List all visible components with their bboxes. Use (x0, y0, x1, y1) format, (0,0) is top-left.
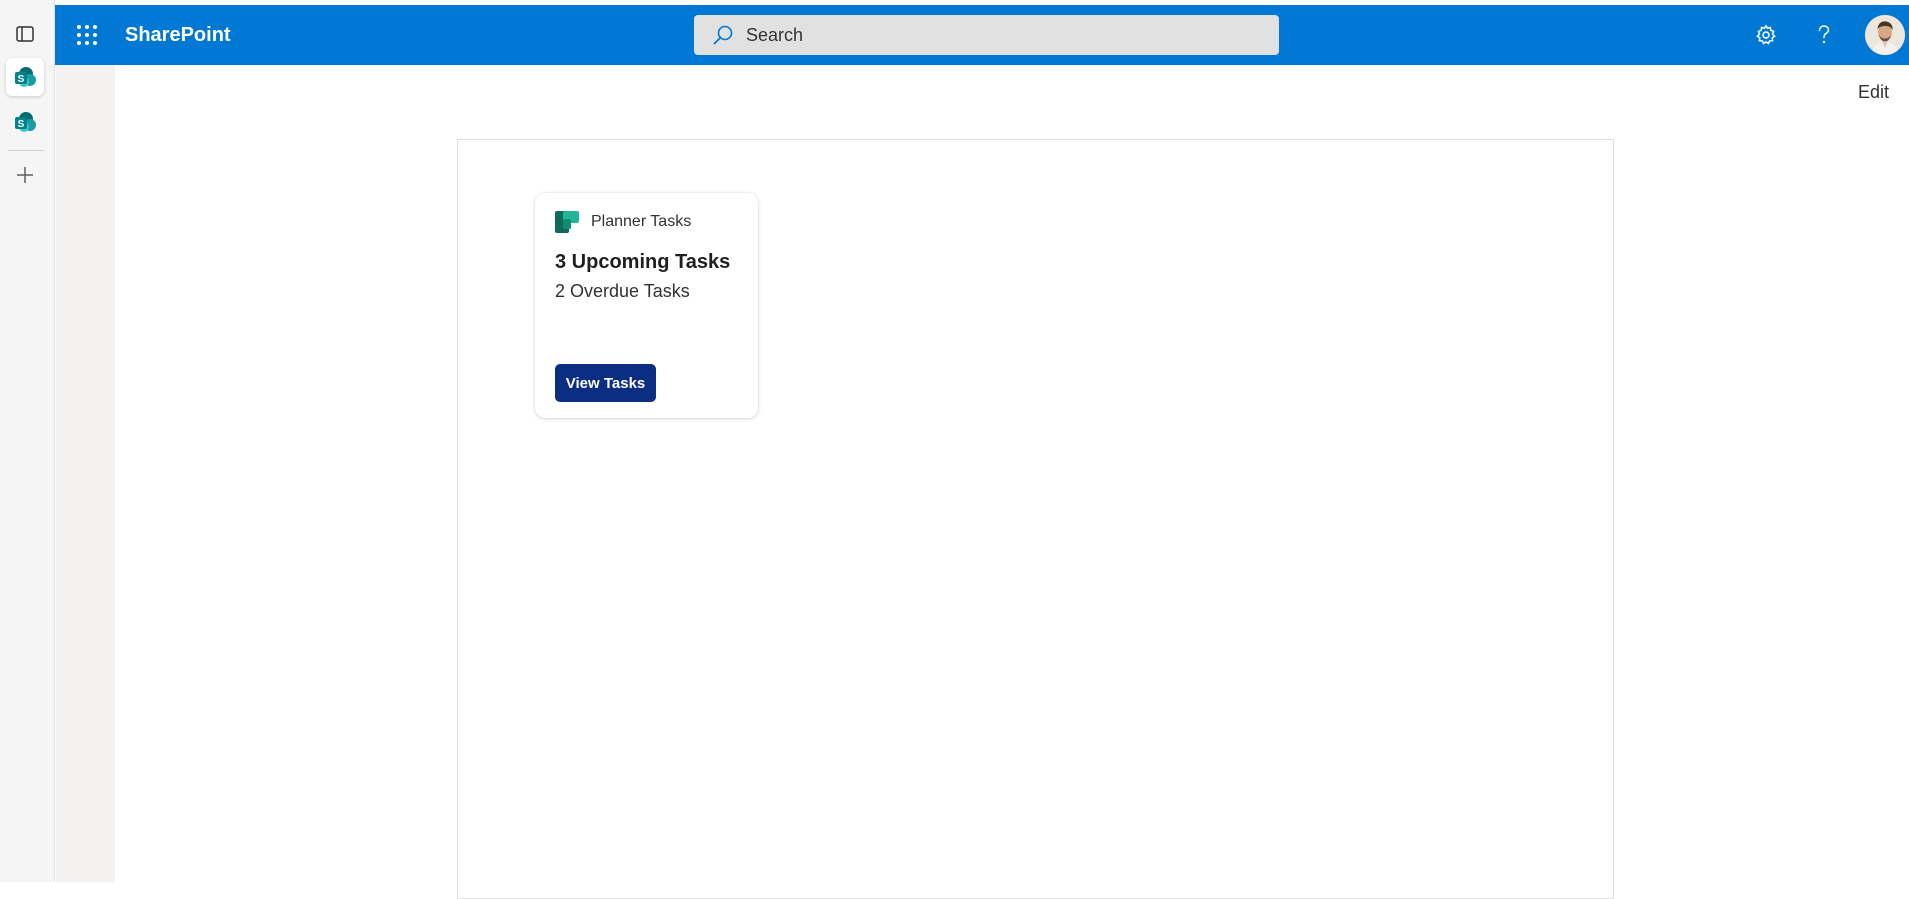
add-app-button[interactable] (6, 156, 44, 194)
app-panel-button[interactable] (6, 15, 44, 53)
planner-icon (555, 211, 579, 233)
card-app-name: Planner Tasks (591, 213, 692, 230)
search-icon (713, 25, 733, 45)
card-subtitle: 2 Overdue Tasks (555, 281, 690, 301)
card-title: 3 Upcoming Tasks (555, 251, 731, 273)
left-gutter (56, 65, 115, 882)
sharepoint-site-button[interactable]: S (6, 103, 44, 141)
settings-gear-icon (1756, 24, 1776, 45)
sharepoint-site-icon: S (15, 67, 36, 87)
edit-button[interactable]: Edit (1858, 82, 1889, 103)
user-avatar[interactable] (1865, 15, 1905, 55)
brand-name[interactable]: SharePoint (125, 5, 231, 65)
sharepoint-site-button-active[interactable]: S (6, 58, 44, 96)
card-header: Planner Tasks (555, 209, 691, 235)
help-button[interactable] (1808, 19, 1840, 51)
user-photo-icon (1865, 15, 1905, 55)
rail-divider (8, 150, 44, 151)
settings-button[interactable] (1750, 19, 1782, 51)
suite-bar: SharePoint Search (55, 5, 1909, 65)
help-question-icon (1818, 25, 1830, 44)
app-rail: S S (0, 0, 55, 882)
search-input[interactable]: Search (694, 15, 1279, 55)
view-tasks-button[interactable]: View Tasks (555, 364, 656, 402)
svg-text:S: S (18, 74, 25, 85)
add-icon (17, 167, 33, 183)
sharepoint-site-icon: S (15, 112, 36, 132)
app-launcher-icon (77, 25, 97, 45)
planner-tasks-card: Planner Tasks 3 Upcoming Tasks 2 Overdue… (535, 193, 758, 418)
svg-text:S: S (18, 119, 25, 130)
app-panel-icon (16, 26, 34, 42)
search-placeholder: Search (746, 24, 804, 45)
app-launcher-button[interactable] (73, 21, 101, 49)
